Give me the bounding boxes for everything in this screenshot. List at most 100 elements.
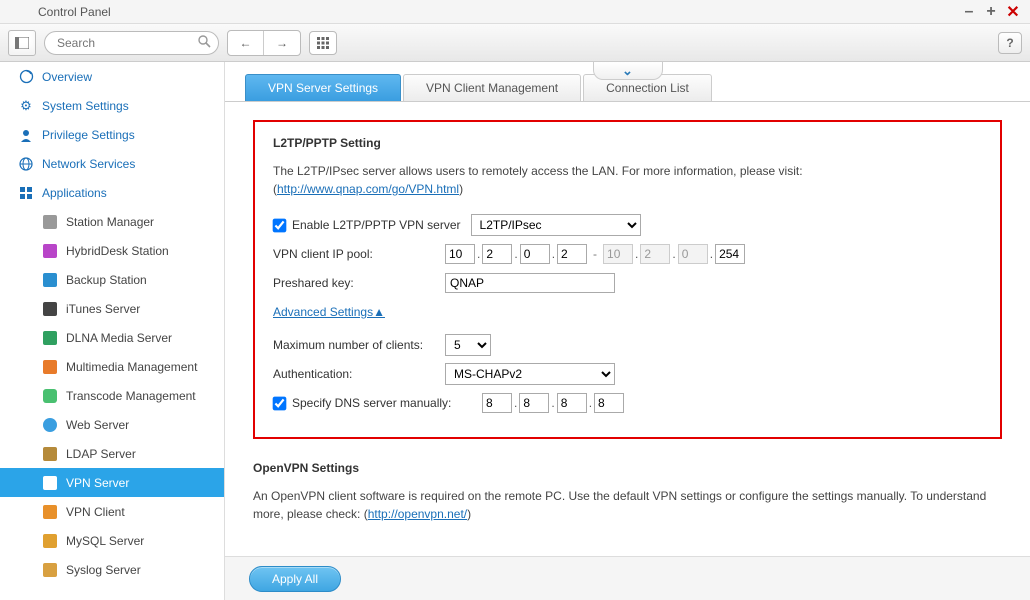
l2tp-section-highlight: L2TP/PPTP Setting The L2TP/IPsec server … xyxy=(253,120,1002,439)
titlebar: Control Panel – + ✕ xyxy=(0,0,1030,24)
itunes-icon xyxy=(42,301,58,317)
maximize-button[interactable]: + xyxy=(982,3,1000,21)
nav-buttons: ← → xyxy=(227,30,301,56)
gear-icon: ⚙ xyxy=(18,98,34,114)
sidebar-item-backup-station[interactable]: Backup Station xyxy=(0,265,224,294)
ip-start-oct4[interactable] xyxy=(557,244,587,264)
sidebar-item-syslog[interactable]: Syslog Server xyxy=(0,555,224,584)
sidebar-item-label: MySQL Server xyxy=(66,534,144,548)
search-input[interactable] xyxy=(44,31,219,55)
back-button[interactable]: ← xyxy=(228,31,264,55)
dns-oct2[interactable] xyxy=(519,393,549,413)
openvpn-description: An OpenVPN client software is required o… xyxy=(253,487,1002,523)
window-title: Control Panel xyxy=(38,5,111,19)
hybriddesk-icon xyxy=(42,243,58,259)
sidebar-item-label: Applications xyxy=(42,186,107,200)
dns-oct3[interactable] xyxy=(557,393,587,413)
sidebar-item-multimedia[interactable]: Multimedia Management xyxy=(0,352,224,381)
ip-end-oct3 xyxy=(678,244,708,264)
apply-all-button[interactable]: Apply All xyxy=(249,566,341,592)
sidebar-item-label: LDAP Server xyxy=(66,447,136,461)
sidebar-item-vpn-client[interactable]: VPN Client xyxy=(0,497,224,526)
auth-label: Authentication: xyxy=(273,367,445,381)
syslog-icon xyxy=(42,562,58,578)
sidebar-item-transcode[interactable]: Transcode Management xyxy=(0,381,224,410)
panel-toggle-button[interactable] xyxy=(8,30,36,56)
sidebar-item-mysql[interactable]: MySQL Server xyxy=(0,526,224,555)
vpn-client-icon xyxy=(42,504,58,520)
max-clients-label: Maximum number of clients: xyxy=(273,338,445,352)
forward-button[interactable]: → xyxy=(264,31,300,55)
chevron-down-icon: ⌄ xyxy=(622,63,633,79)
expand-handle[interactable]: ⌄ xyxy=(593,62,663,80)
user-icon xyxy=(18,127,34,143)
sidebar-item-label: Backup Station xyxy=(66,273,147,287)
sidebar-item-dlna[interactable]: DLNA Media Server xyxy=(0,323,224,352)
sidebar-item-label: Overview xyxy=(42,70,92,84)
apps-grid-button[interactable] xyxy=(309,31,337,55)
settings-panel[interactable]: L2TP/PPTP Setting The L2TP/IPsec server … xyxy=(225,102,1030,556)
dns-oct4[interactable] xyxy=(594,393,624,413)
ip-start-oct1[interactable] xyxy=(445,244,475,264)
globe-icon xyxy=(18,156,34,172)
sidebar-item-overview[interactable]: Overview xyxy=(0,62,224,91)
sidebar-item-hybriddesk[interactable]: HybridDesk Station xyxy=(0,236,224,265)
sidebar-item-label: VPN Server xyxy=(66,476,129,490)
enable-l2tp-label: Enable L2TP/PPTP VPN server xyxy=(292,218,461,232)
advanced-settings-toggle[interactable]: Advanced Settings▲ xyxy=(273,305,385,319)
max-clients-select[interactable]: 5 xyxy=(445,334,491,356)
l2tp-title: L2TP/PPTP Setting xyxy=(273,136,982,150)
openvpn-title: OpenVPN Settings xyxy=(253,461,1002,475)
ip-end-oct1 xyxy=(603,244,633,264)
auth-select[interactable]: MS-CHAPv2 xyxy=(445,363,615,385)
sidebar-item-label: Privilege Settings xyxy=(42,128,135,142)
sidebar-item-vpn-server[interactable]: VPN Server xyxy=(0,468,224,497)
l2tp-description: The L2TP/IPsec server allows users to re… xyxy=(273,162,982,198)
dns-manual-checkbox[interactable] xyxy=(273,396,287,410)
sidebar-item-station-manager[interactable]: Station Manager xyxy=(0,207,224,236)
search-icon xyxy=(198,35,211,51)
sidebar-item-label: VPN Client xyxy=(66,505,125,519)
sidebar-item-system-settings[interactable]: ⚙ System Settings xyxy=(0,91,224,120)
grid-icon xyxy=(317,37,329,49)
l2tp-info-link[interactable]: http://www.qnap.com/go/VPN.html xyxy=(277,182,459,196)
sidebar-item-label: DLNA Media Server xyxy=(66,331,172,345)
web-icon xyxy=(42,417,58,433)
arrow-left-icon: ← xyxy=(240,36,252,50)
sidebar-item-itunes[interactable]: iTunes Server xyxy=(0,294,224,323)
tab-vpn-client-management[interactable]: VPN Client Management xyxy=(403,74,581,101)
psk-input[interactable] xyxy=(445,273,615,293)
close-button[interactable]: ✕ xyxy=(1004,3,1022,21)
ip-end-oct2 xyxy=(640,244,670,264)
apps-icon xyxy=(18,185,34,201)
enable-l2tp-checkbox[interactable] xyxy=(273,218,287,232)
sidebar-item-applications[interactable]: Applications xyxy=(0,178,224,207)
sidebar-item-label: System Settings xyxy=(42,99,129,113)
sidebar[interactable]: Overview ⚙ System Settings Privilege Set… xyxy=(0,62,225,600)
help-button[interactable]: ? xyxy=(998,32,1022,54)
tab-vpn-server-settings[interactable]: VPN Server Settings xyxy=(245,74,401,101)
sidebar-item-label: Network Services xyxy=(42,157,135,171)
overview-icon xyxy=(18,69,34,85)
sidebar-item-privilege-settings[interactable]: Privilege Settings xyxy=(0,120,224,149)
mysql-icon xyxy=(42,533,58,549)
ip-start-oct2[interactable] xyxy=(482,244,512,264)
sidebar-item-label: HybridDesk Station xyxy=(66,244,169,258)
sidebar-item-label: Station Manager xyxy=(66,215,154,229)
sidebar-item-label: Syslog Server xyxy=(66,563,141,577)
openvpn-link[interactable]: http://openvpn.net/ xyxy=(368,507,467,521)
minimize-button[interactable]: – xyxy=(960,3,978,21)
vpn-server-icon xyxy=(42,475,58,491)
arrow-right-icon: → xyxy=(276,36,288,50)
dns-oct1[interactable] xyxy=(482,393,512,413)
footer: Apply All xyxy=(225,556,1030,600)
sidebar-item-web-server[interactable]: Web Server xyxy=(0,410,224,439)
sidebar-item-network-services[interactable]: Network Services xyxy=(0,149,224,178)
panel-icon xyxy=(15,37,29,49)
backup-icon xyxy=(42,272,58,288)
ip-start-oct3[interactable] xyxy=(520,244,550,264)
vpn-protocol-select[interactable]: L2TP/IPsec xyxy=(471,214,641,236)
ldap-icon xyxy=(42,446,58,462)
sidebar-item-ldap[interactable]: LDAP Server xyxy=(0,439,224,468)
ip-end-oct4[interactable] xyxy=(715,244,745,264)
